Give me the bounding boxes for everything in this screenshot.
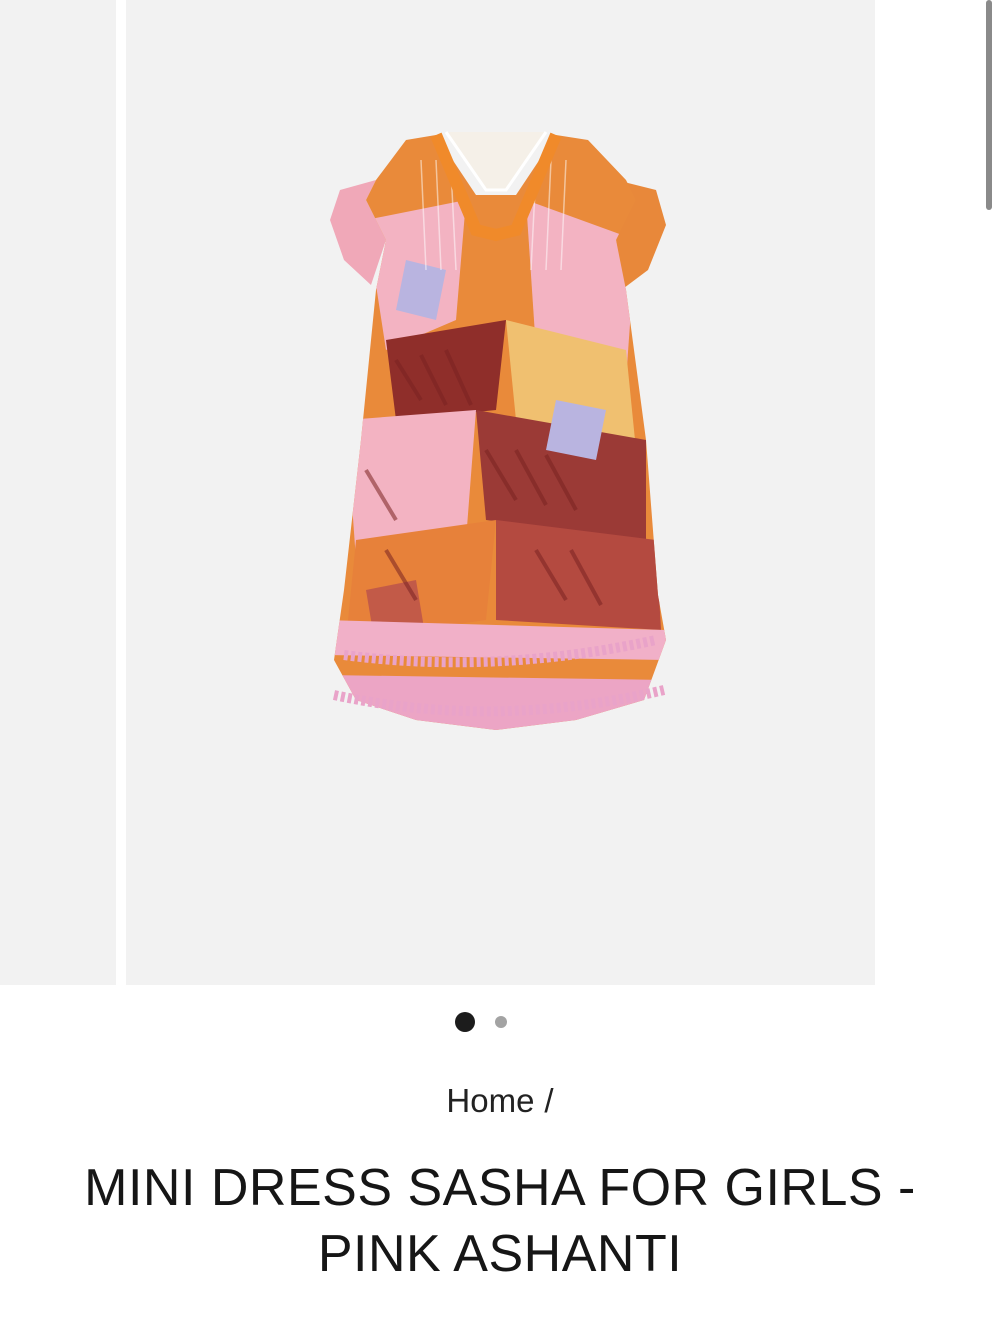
previous-slide-edge[interactable] bbox=[0, 0, 116, 985]
carousel-dot-1[interactable] bbox=[455, 1012, 475, 1032]
product-image[interactable] bbox=[326, 120, 666, 735]
scrollbar-thumb[interactable] bbox=[986, 0, 992, 210]
breadcrumb-separator: / bbox=[544, 1082, 554, 1119]
product-image-slide[interactable] bbox=[126, 0, 875, 985]
product-gallery[interactable] bbox=[0, 0, 1000, 985]
scrollbar[interactable] bbox=[985, 0, 993, 985]
breadcrumb: Home / bbox=[0, 1082, 1000, 1120]
carousel-pagination bbox=[0, 1012, 1000, 1032]
breadcrumb-home-link[interactable]: Home bbox=[446, 1082, 534, 1119]
carousel-dot-2[interactable] bbox=[495, 1016, 507, 1028]
product-title: MINI DRESS SASHA FOR GIRLS - PINK ASHANT… bbox=[84, 1159, 916, 1283]
